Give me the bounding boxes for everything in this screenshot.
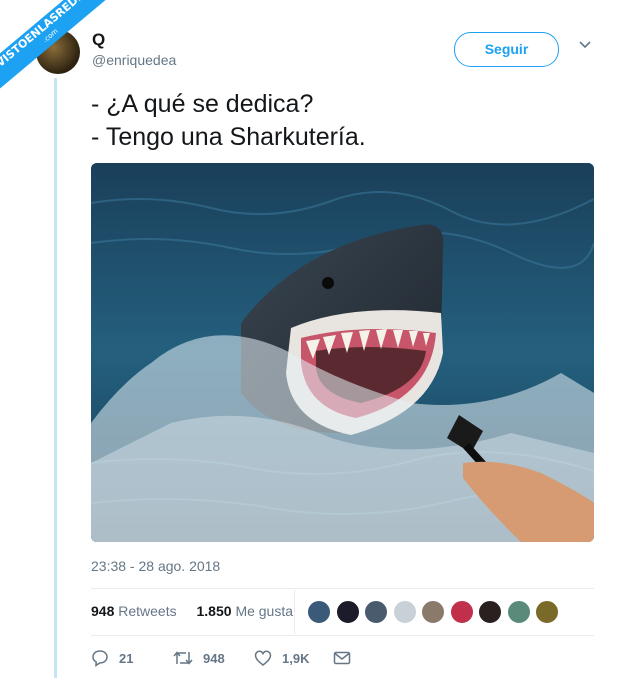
liker-avatar[interactable] [506,600,531,624]
likes-label: Me gusta [235,603,294,619]
liker-avatar[interactable] [392,600,417,624]
reply-action[interactable]: 21 [91,648,133,668]
reply-count: 21 [119,650,134,666]
liker-avatar[interactable] [307,600,331,624]
thread-line [54,78,57,678]
reply-icon [92,650,108,667]
heart-icon [254,650,272,666]
likes-count: 1.850 [196,603,232,619]
retweets-count: 948 [91,603,115,619]
follow-button[interactable]: Seguir [454,32,559,67]
tweet-line: - ¿A qué se dedica? [91,90,314,118]
tweet-text: - ¿A qué se dedica? - Tengo una Sharkute… [91,88,366,154]
tweet-photo[interactable] [91,163,594,542]
retweet-icon [173,651,193,665]
liker-avatar[interactable] [335,600,360,624]
display-name[interactable]: Q [92,30,105,50]
liker-avatar[interactable] [364,600,388,624]
chevron-down-icon[interactable] [578,38,592,52]
engagement-stats: 948 Retweets 1.850 Me gusta [91,603,293,619]
divider [91,635,594,636]
liker-avatar[interactable] [535,600,559,624]
retweets-stat[interactable]: 948 Retweets [91,603,177,619]
retweet-count: 948 [203,650,225,666]
direct-message-action[interactable] [333,648,361,668]
stats-separator [294,590,295,634]
shark-photo [91,163,594,542]
tweet-line: - Tengo una Sharkutería. [91,123,366,151]
liker-avatar[interactable] [478,600,502,624]
like-count: 1,9K [282,650,310,666]
username[interactable]: @enriquedea [92,52,176,68]
liker-avatar[interactable] [449,600,474,624]
divider [91,588,594,589]
liker-avatar[interactable] [421,600,445,624]
likes-stat[interactable]: 1.850 Me gusta [197,603,294,619]
retweets-label: Retweets [118,603,177,619]
tweet-timestamp[interactable]: 23:38 - 28 ago. 2018 [91,558,220,574]
retweet-action[interactable]: 948 [173,648,225,668]
like-action[interactable]: 1,9K [254,648,309,668]
envelope-icon [333,651,351,665]
